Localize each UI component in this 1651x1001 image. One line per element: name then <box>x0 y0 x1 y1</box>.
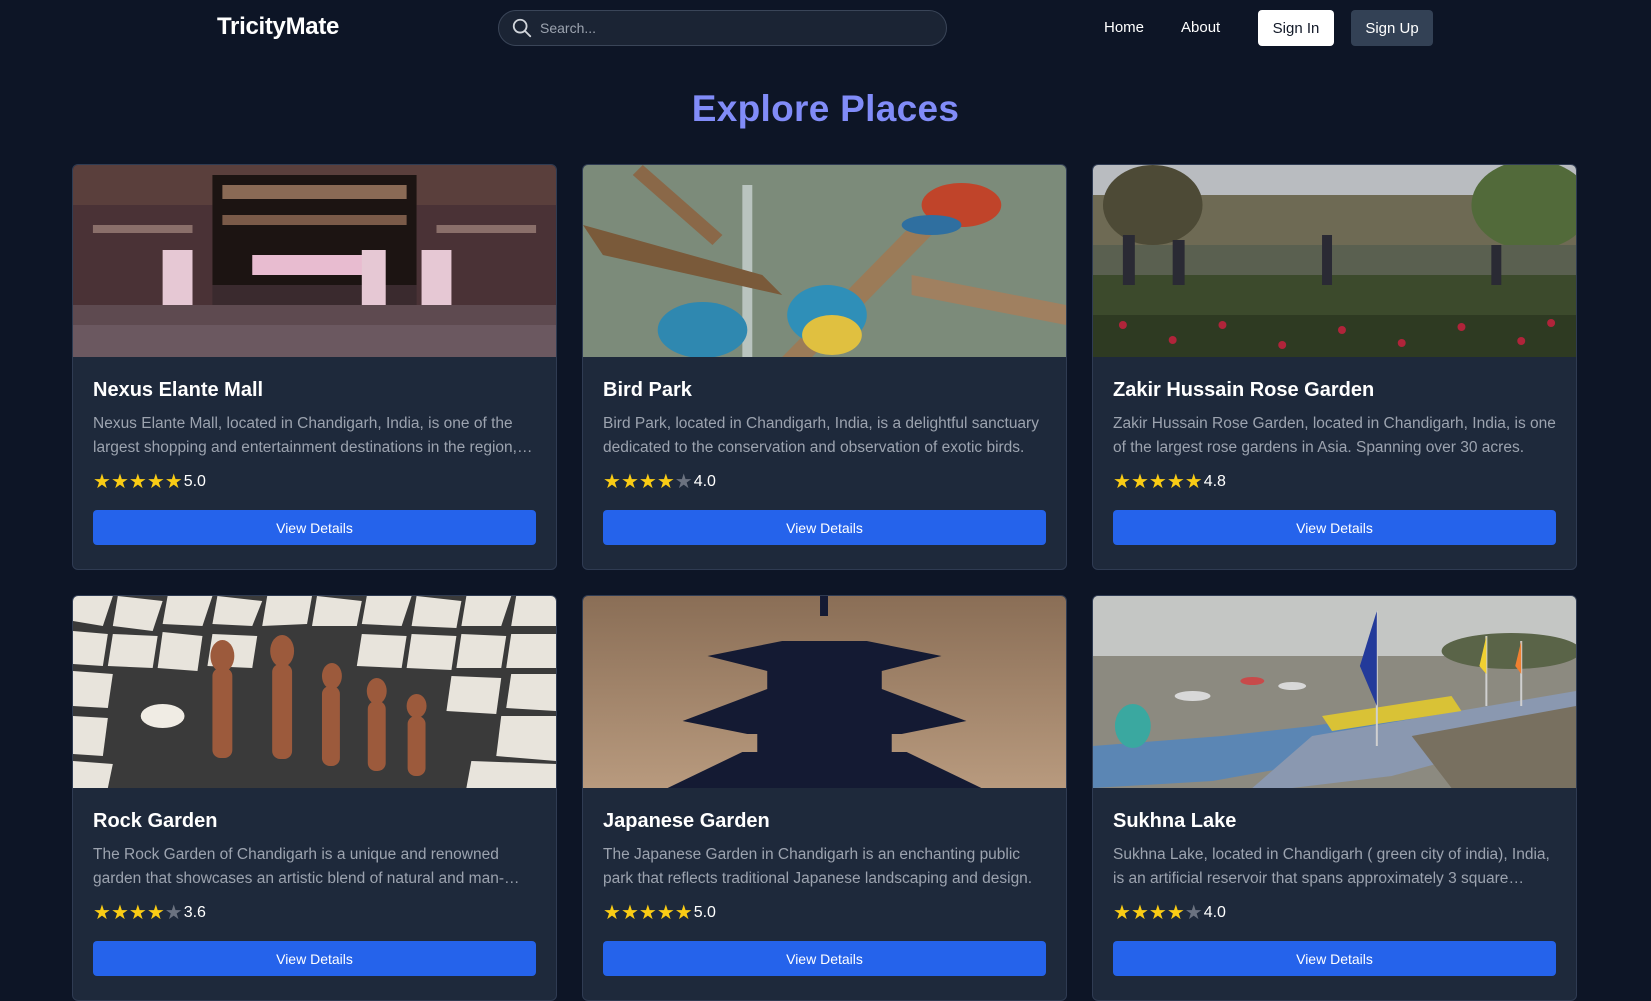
star-empty-icon: ★ <box>1184 902 1203 924</box>
rating: ★ ★ ★ ★ ★ 3.6 <box>93 901 536 925</box>
star-filled-icon: ★ <box>603 471 621 493</box>
place-description: The Japanese Garden in Chandigarh is an … <box>603 846 1033 887</box>
place-title: Rock Garden <box>93 810 218 832</box>
place-card: Sukhna Lake Sukhna Lake, located in Chan… <box>1092 595 1577 1001</box>
sign-in-button[interactable]: Sign In <box>1258 10 1334 46</box>
place-title: Nexus Elante Mall <box>93 379 264 401</box>
star-filled-icon: ★ <box>620 471 639 493</box>
rating: ★ ★ ★ ★ ★ 4.0 <box>1113 901 1556 925</box>
place-card: Rock Garden The Rock Garden of Chandigar… <box>72 595 557 1001</box>
star-rating: ★ ★ ★ ★ ★ <box>603 903 693 923</box>
rating-value: 3.6 <box>183 904 206 921</box>
star-filled-icon: ★ <box>93 902 111 924</box>
rating: ★ ★ ★ ★ ★ 5.0 <box>603 901 1046 925</box>
page-title: Explore Places <box>691 88 960 129</box>
star-rating: ★ ★ ★ ★ ★ <box>93 472 183 492</box>
star-filled-icon: ★ <box>128 902 147 924</box>
navbar: TricityMate Home About Sign In Sign Up <box>0 0 1651 56</box>
star-empty-icon: ★ <box>674 471 693 493</box>
brand-logo[interactable]: TricityMate <box>217 13 339 41</box>
star-filled-icon: ★ <box>146 471 165 493</box>
rating-value: 5.0 <box>693 904 716 921</box>
search-input[interactable] <box>533 20 946 36</box>
place-card: Japanese Garden The Japanese Garden in C… <box>582 595 1067 1001</box>
star-empty-icon: ★ <box>164 902 183 924</box>
star-filled-icon: ★ <box>1130 471 1149 493</box>
place-title: Bird Park <box>603 379 692 401</box>
star-filled-icon: ★ <box>1148 471 1167 493</box>
place-card: Nexus Elante Mall Nexus Elante Mall, loc… <box>72 164 557 570</box>
star-rating: ★ ★ ★ ★ ★ <box>1113 903 1203 923</box>
view-details-button[interactable]: View Details <box>603 510 1046 545</box>
star-filled-icon: ★ <box>1166 471 1185 493</box>
star-filled-icon: ★ <box>638 902 657 924</box>
place-description: Bird Park, located in Chandigarh, India,… <box>603 415 1039 456</box>
star-filled-icon: ★ <box>1166 902 1185 924</box>
star-filled-icon: ★ <box>638 471 657 493</box>
rating-value: 4.8 <box>1203 473 1226 490</box>
view-details-button[interactable]: View Details <box>93 510 536 545</box>
place-image[interactable] <box>583 596 1066 788</box>
place-description: Nexus Elante Mall, located in Chandigarh… <box>93 415 517 456</box>
place-image[interactable] <box>73 596 556 788</box>
star-filled-icon: ★ <box>110 902 129 924</box>
star-filled-icon: ★ <box>1148 902 1167 924</box>
star-filled-icon: ★ <box>1130 902 1149 924</box>
nav-about-link[interactable]: About <box>1181 19 1220 36</box>
star-filled-icon: ★ <box>1184 471 1203 493</box>
place-description: Zakir Hussain Rose Garden, located in Ch… <box>1113 415 1556 456</box>
rating: ★ ★ ★ ★ ★ 4.8 <box>1113 470 1556 494</box>
place-image[interactable] <box>73 165 556 357</box>
place-image[interactable] <box>1093 165 1576 357</box>
star-filled-icon: ★ <box>1113 471 1131 493</box>
rating-value: 4.0 <box>1203 904 1226 921</box>
rating: ★ ★ ★ ★ ★ 5.0 <box>93 470 536 494</box>
star-rating: ★ ★ ★ ★ ★ <box>603 472 693 492</box>
search-bar[interactable] <box>498 10 947 46</box>
sign-up-button[interactable]: Sign Up <box>1351 10 1433 46</box>
place-card: Bird Park Bird Park, located in Chandiga… <box>582 164 1067 570</box>
place-title: Sukhna Lake <box>1113 810 1237 832</box>
star-rating: ★ ★ ★ ★ ★ <box>1113 472 1203 492</box>
view-details-button[interactable]: View Details <box>1113 941 1556 976</box>
search-icon <box>512 18 532 38</box>
star-filled-icon: ★ <box>128 471 147 493</box>
view-details-button[interactable]: View Details <box>1113 510 1556 545</box>
place-title: Zakir Hussain Rose Garden <box>1113 379 1375 401</box>
star-filled-icon: ★ <box>146 902 165 924</box>
view-details-button[interactable]: View Details <box>603 941 1046 976</box>
star-filled-icon: ★ <box>110 471 129 493</box>
rating-value: 5.0 <box>183 473 206 490</box>
star-filled-icon: ★ <box>620 902 639 924</box>
star-filled-icon: ★ <box>656 902 675 924</box>
view-details-button[interactable]: View Details <box>93 941 536 976</box>
star-rating: ★ ★ ★ ★ ★ <box>93 903 183 923</box>
star-filled-icon: ★ <box>164 471 183 493</box>
place-title: Japanese Garden <box>603 810 770 832</box>
rating-value: 4.0 <box>693 473 716 490</box>
nav-home-link[interactable]: Home <box>1104 19 1144 36</box>
star-filled-icon: ★ <box>603 902 621 924</box>
rating: ★ ★ ★ ★ ★ 4.0 <box>603 470 1046 494</box>
star-filled-icon: ★ <box>93 471 111 493</box>
star-filled-icon: ★ <box>656 471 675 493</box>
star-filled-icon: ★ <box>674 902 693 924</box>
place-card: Zakir Hussain Rose Garden Zakir Hussain … <box>1092 164 1577 570</box>
place-description: Sukhna Lake, located in Chandigarh ( gre… <box>1113 846 1550 887</box>
places-grid: Nexus Elante Mall Nexus Elante Mall, loc… <box>72 164 1577 1001</box>
place-image[interactable] <box>1093 596 1576 788</box>
place-image[interactable] <box>583 165 1066 357</box>
place-description: The Rock Garden of Chandigarh is a uniqu… <box>93 846 504 887</box>
star-filled-icon: ★ <box>1113 902 1131 924</box>
